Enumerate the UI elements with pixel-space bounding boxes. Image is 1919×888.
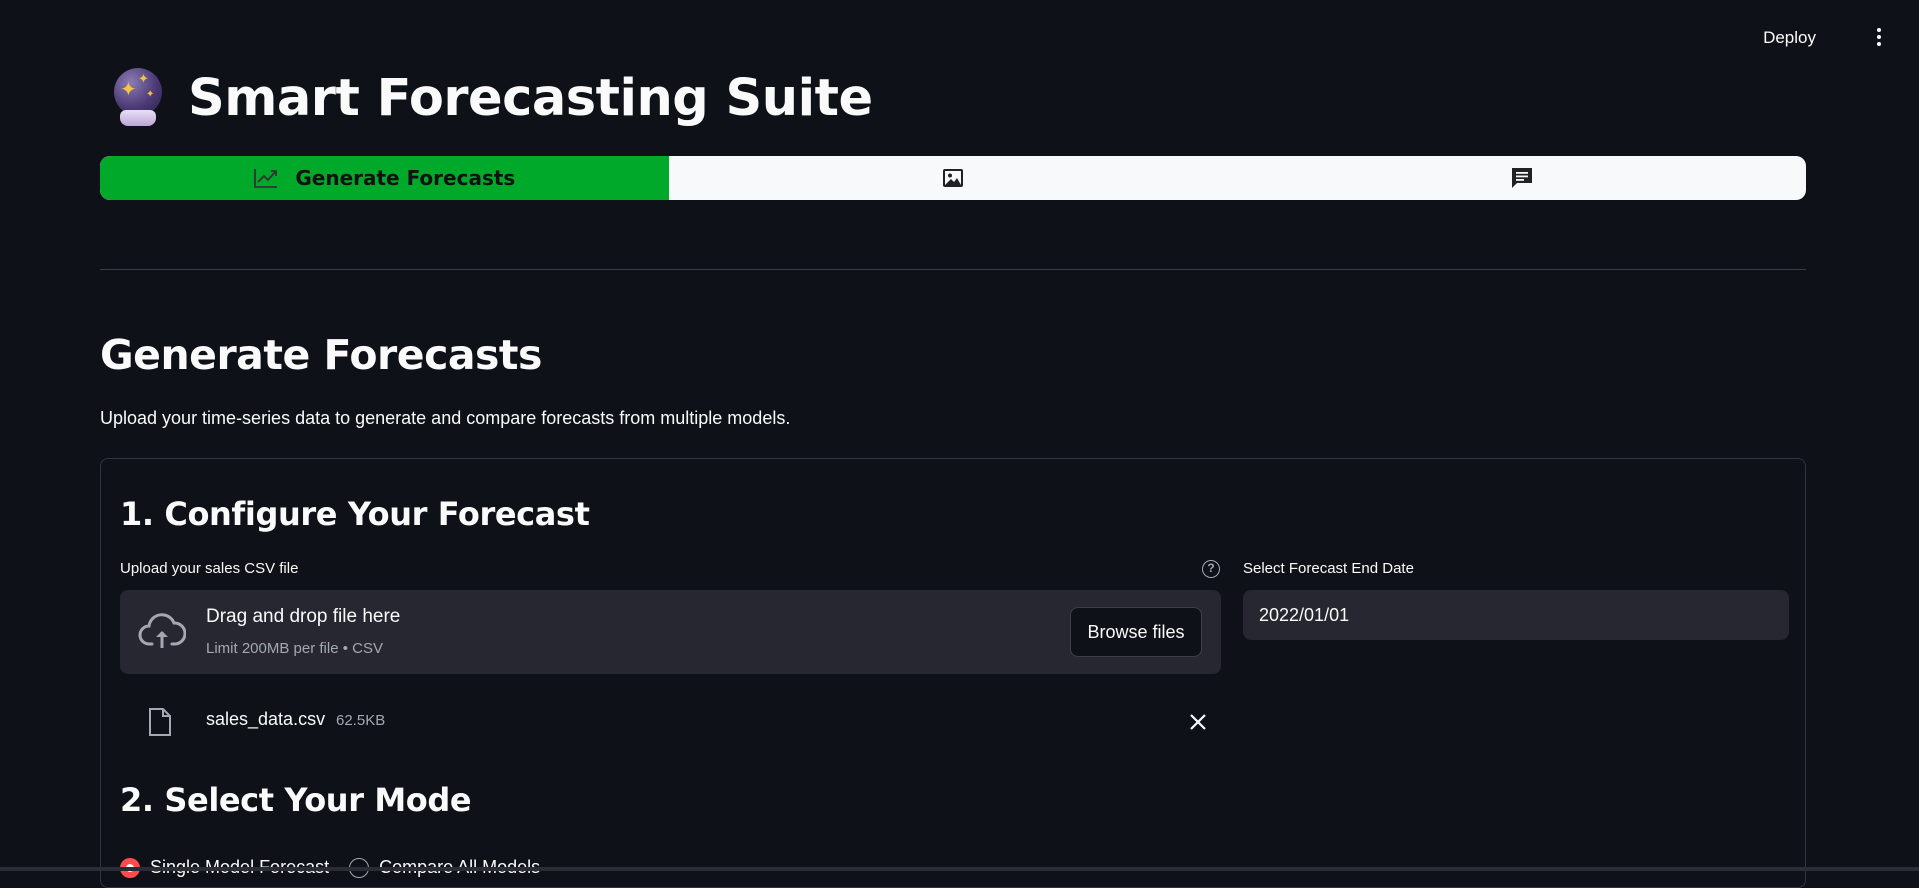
trending-up-icon bbox=[254, 169, 278, 188]
file-name: sales_data.csv bbox=[206, 709, 326, 729]
tab-bar: Generate Forecasts bbox=[100, 156, 1806, 200]
page-title-row: ✦ ✦ ✦ Smart Forecasting Suite bbox=[110, 68, 873, 128]
upload-label: Upload your sales CSV file bbox=[120, 560, 299, 577]
help-icon[interactable]: ? bbox=[1202, 560, 1220, 578]
configure-heading: 1. Configure Your Forecast bbox=[120, 495, 590, 533]
forecast-end-date-input[interactable] bbox=[1243, 590, 1789, 640]
uploaded-file-item: sales_data.csv 62.5KB bbox=[120, 699, 1221, 743]
app-header: Deploy bbox=[0, 0, 1919, 74]
tab-image[interactable] bbox=[669, 156, 1238, 200]
chat-icon bbox=[1511, 168, 1532, 188]
image-icon bbox=[943, 169, 963, 187]
dropzone-limit: Limit 200MB per file • CSV bbox=[206, 640, 383, 657]
mode-heading: 2. Select Your Mode bbox=[120, 781, 472, 819]
tab-label: Generate Forecasts bbox=[295, 166, 516, 190]
date-label: Select Forecast End Date bbox=[1243, 560, 1414, 577]
crystal-ball-icon: ✦ ✦ ✦ bbox=[110, 68, 166, 128]
file-dropzone[interactable]: Drag and drop file here Limit 200MB per … bbox=[120, 590, 1221, 674]
close-icon[interactable] bbox=[1188, 712, 1208, 732]
divider bbox=[100, 269, 1806, 270]
page-title: Smart Forecasting Suite bbox=[188, 68, 873, 128]
browse-files-button[interactable]: Browse files bbox=[1070, 607, 1202, 657]
section-description: Upload your time-series data to generate… bbox=[100, 408, 791, 428]
tab-generate-forecasts[interactable]: Generate Forecasts bbox=[100, 156, 669, 200]
file-size: 62.5KB bbox=[336, 712, 386, 729]
dropzone-title: Drag and drop file here bbox=[206, 606, 401, 627]
forecast-config-card: 1. Configure Your Forecast Upload your s… bbox=[100, 458, 1806, 888]
section-title: Generate Forecasts bbox=[100, 331, 542, 379]
file-icon bbox=[149, 708, 171, 736]
more-vert-icon[interactable] bbox=[1871, 26, 1887, 48]
cloud-upload-icon bbox=[138, 613, 186, 648]
deploy-button[interactable]: Deploy bbox=[1755, 24, 1824, 52]
tab-chat[interactable] bbox=[1237, 156, 1806, 200]
bottom-scroll-edge bbox=[0, 867, 1919, 871]
